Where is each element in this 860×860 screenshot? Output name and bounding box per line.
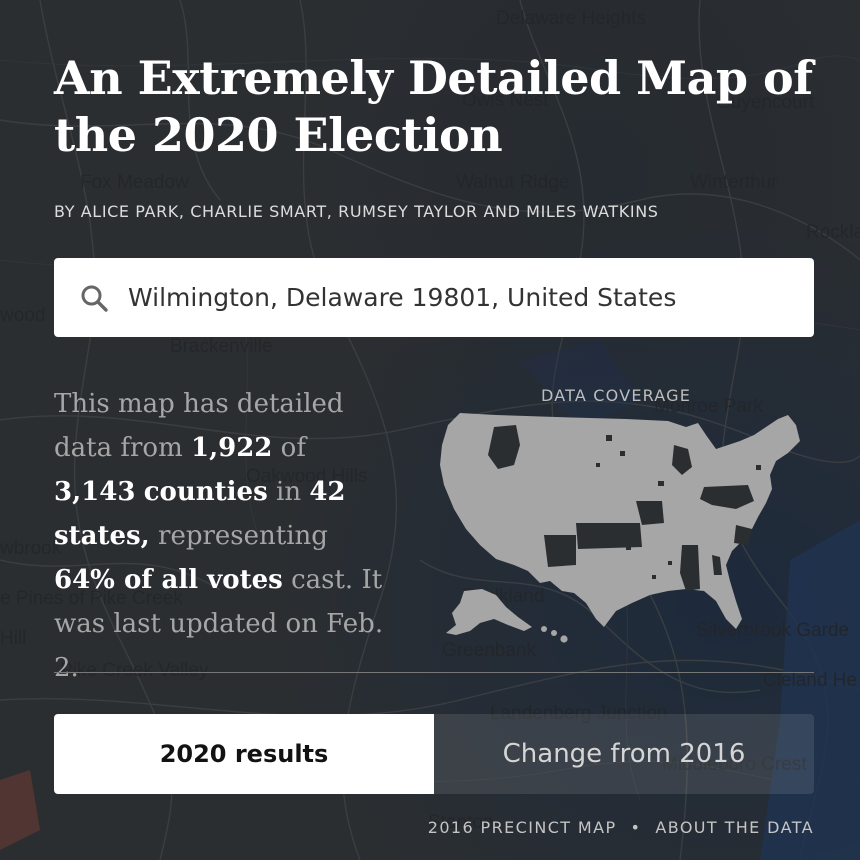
place-label: Cleland He bbox=[763, 670, 857, 691]
byline: BY ALICE PARK, CHARLIE SMART, RUMSEY TAY… bbox=[54, 202, 659, 221]
map-viewport[interactable]: Delaware Heights Owls Nest Guyencourt Fo… bbox=[0, 0, 860, 860]
counties-total-count: 3,143 bbox=[54, 477, 136, 507]
place-label: Delaware Heights bbox=[496, 8, 646, 29]
place-label: wood bbox=[0, 305, 46, 326]
blurb-text: in bbox=[267, 477, 310, 507]
place-label: Fox Meadow bbox=[80, 172, 189, 193]
place-label: Walnut Ridge bbox=[456, 172, 570, 193]
place-label: Brackenville bbox=[170, 336, 273, 357]
footer-links: 2016 PRECINCT MAP • ABOUT THE DATA bbox=[428, 818, 814, 837]
blurb-text: representing bbox=[149, 521, 328, 551]
coverage-summary: This map has detailed data from 1,922 of… bbox=[54, 382, 394, 690]
search-input[interactable] bbox=[128, 258, 798, 337]
title-line-2: the 2020 Election bbox=[54, 108, 503, 162]
separator-dot: • bbox=[630, 818, 642, 837]
title-line-1: An Extremely Detailed Map of bbox=[54, 51, 813, 105]
us-coverage-map bbox=[440, 413, 800, 643]
search-box[interactable] bbox=[54, 258, 814, 337]
place-label: Winterthur bbox=[690, 172, 778, 193]
search-icon bbox=[81, 285, 108, 312]
counties-covered-count: 1,922 bbox=[190, 433, 273, 463]
place-label: Rockla bbox=[806, 222, 860, 243]
change-from-2016-button[interactable]: Change from 2016 bbox=[434, 714, 814, 794]
place-label: wbrook bbox=[0, 538, 62, 559]
page-title: An Extremely Detailed Map of the 2020 El… bbox=[54, 50, 814, 164]
results-2020-button[interactable]: 2020 results bbox=[54, 714, 434, 794]
precinct-map-2016-link[interactable]: 2016 PRECINCT MAP bbox=[428, 818, 617, 837]
divider bbox=[54, 672, 814, 673]
counties-word: counties bbox=[143, 477, 268, 507]
votes-share: 64% of all votes bbox=[54, 565, 283, 595]
about-the-data-link[interactable]: ABOUT THE DATA bbox=[655, 818, 814, 837]
place-label: Hill bbox=[0, 628, 27, 649]
blurb-text: of bbox=[272, 433, 306, 463]
data-coverage-label: DATA COVERAGE bbox=[541, 386, 692, 405]
